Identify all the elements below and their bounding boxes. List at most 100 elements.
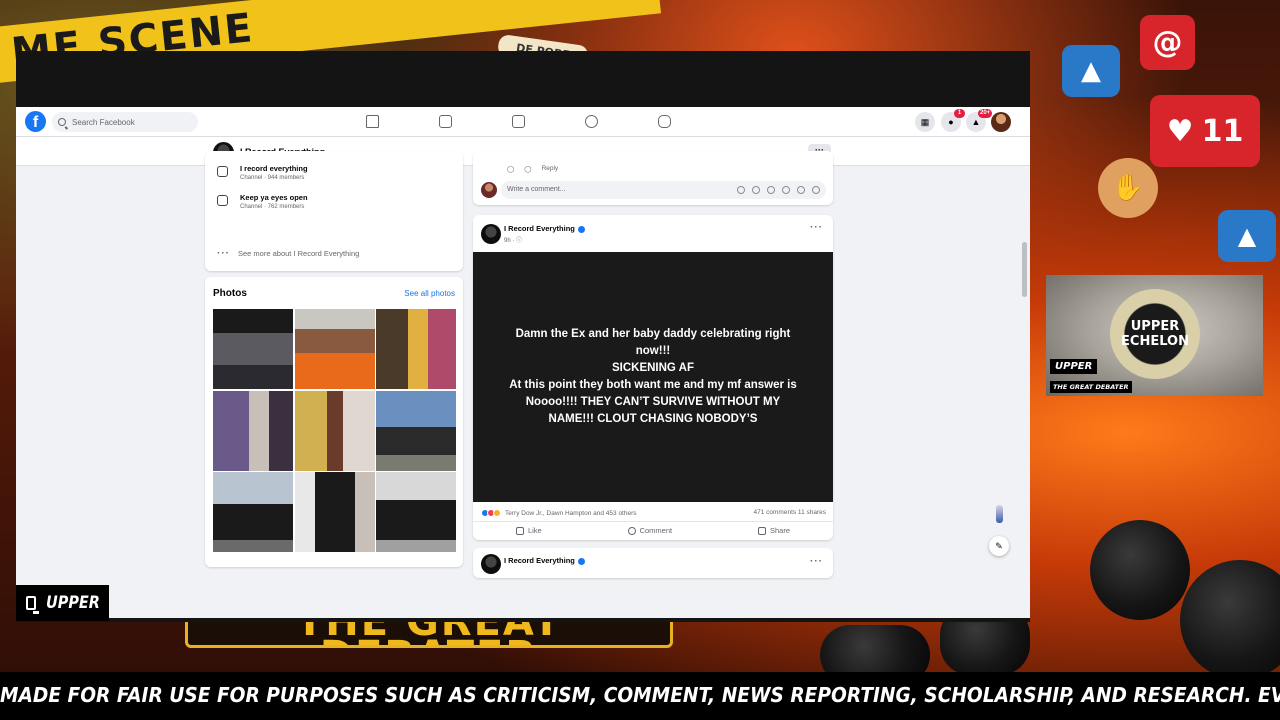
search-placeholder: Search Facebook: [72, 117, 135, 127]
pages-icon[interactable]: [439, 115, 452, 128]
gif-icon[interactable]: [782, 186, 790, 194]
disclaimer-ticker: MADE FOR FAIR USE FOR PURPOSES SUCH AS C…: [0, 672, 1280, 720]
see-more-label: See more about I Record Everything: [238, 249, 360, 258]
messenger-badge: 1: [954, 109, 965, 118]
see-more-link[interactable]: ··· See more about I Record Everything: [217, 248, 359, 259]
channel-logo: UPPER ECHELON: [1110, 289, 1200, 379]
verified-badge-icon: [577, 225, 585, 233]
search-input[interactable]: Search Facebook: [52, 112, 198, 132]
haha-reaction-icon: [493, 509, 501, 517]
post-author-avatar[interactable]: [481, 554, 501, 574]
camera-icon[interactable]: [767, 186, 775, 194]
channel-name: I record everything: [240, 164, 308, 173]
post-text-line: SICKENING AF: [611, 362, 694, 374]
at-sign-bubble-icon: @: [1140, 15, 1195, 70]
avatar-figure-icon: [996, 505, 1003, 523]
dislike-icon[interactable]: ◯: [524, 165, 531, 173]
post-text-image[interactable]: Damn the Ex and her baby daddy celebrati…: [473, 252, 833, 502]
thumbs-up-bubble-icon: ▲: [1062, 45, 1120, 97]
facebook-page: f Search Facebook ▦ ● 1 ▲ 20+ I Record E…: [16, 107, 1030, 618]
avatar-sticker-icon[interactable]: [737, 186, 745, 194]
commenter-avatar: [481, 182, 497, 198]
channel-meta: Channel · 944 members: [240, 175, 305, 181]
microphone-icon: [1180, 560, 1280, 680]
post-action-bar: Like Comment Share: [473, 521, 833, 537]
comment-share-counts[interactable]: 471 comments 11 shares: [754, 509, 827, 516]
page-scrollbar[interactable]: [1022, 242, 1027, 297]
gaming-icon[interactable]: [658, 115, 671, 128]
photo-thumbnail[interactable]: [213, 390, 293, 471]
post-author-avatar[interactable]: [481, 224, 501, 244]
send-icon[interactable]: [812, 186, 820, 194]
see-all-photos-link[interactable]: See all photos: [404, 289, 455, 298]
comment-label: Comment: [639, 526, 673, 535]
webcam-overlay: UPPER ECHELON UPPER THE GREAT DEBATER: [1046, 275, 1263, 396]
reactions-text: Terry Dow Jr., Dawn Hampton and 453 othe…: [505, 509, 637, 517]
profile-avatar[interactable]: [991, 112, 1011, 132]
home-icon[interactable]: [366, 115, 379, 128]
heart-reaction-bubble: ♥ 11: [1150, 95, 1260, 167]
screen-share-frame: f Search Facebook ▦ ● 1 ▲ 20+ I Record E…: [16, 51, 1030, 622]
logo-line: UPPER: [1130, 319, 1180, 334]
reactions-summary[interactable]: Terry Dow Jr., Dawn Hampton and 453 othe…: [481, 509, 637, 517]
photo-thumbnail[interactable]: [213, 472, 293, 552]
photo-thumbnail[interactable]: [376, 472, 456, 552]
notifications-badge: 20+: [978, 109, 993, 118]
logo-line: ECHELON: [1121, 334, 1189, 349]
post-text-line: NAME!!! CLOUT CHASING NOBODY’S: [548, 413, 758, 425]
post-text: Damn the Ex and her baby daddy celebrati…: [509, 326, 797, 428]
like-hand-icon: ✋: [1098, 158, 1158, 218]
screen-label: UPPER: [16, 585, 109, 621]
like-label: Like: [527, 526, 542, 535]
channels-card: I record everything Channel · 944 member…: [205, 151, 463, 271]
monitor-icon: [26, 596, 39, 614]
photo-thumbnail[interactable]: [376, 390, 456, 471]
channel-icon: [217, 195, 228, 206]
photo-grid: [213, 309, 456, 552]
channel-item[interactable]: I record everything Channel · 944 member…: [217, 164, 308, 181]
like-button[interactable]: Like: [515, 526, 542, 535]
emoji-icon[interactable]: [752, 186, 760, 194]
sticker-icon[interactable]: [797, 186, 805, 194]
post-card: I Record Everything 9h · ⓘ ··· Damn the …: [473, 215, 833, 540]
post-author[interactable]: I Record Everything: [504, 556, 585, 565]
reply-link[interactable]: Reply: [542, 165, 559, 173]
reaction-count: 11: [1201, 113, 1244, 149]
like-icon[interactable]: ◯: [507, 165, 514, 173]
cam-name-tag: UPPER: [1050, 359, 1098, 374]
like-icon: [515, 526, 524, 535]
new-message-icon[interactable]: ✎: [989, 536, 1009, 556]
screen-label-text: UPPER: [45, 593, 100, 613]
video-icon[interactable]: [512, 115, 525, 128]
channel-meta: Channel · 762 members: [240, 204, 305, 210]
post-options-icon[interactable]: ···: [810, 222, 823, 233]
photo-thumbnail[interactable]: [376, 309, 456, 389]
photos-title: Photos: [213, 288, 247, 299]
photo-thumbnail[interactable]: [213, 309, 293, 389]
channel-icon: [217, 166, 228, 177]
ticker-text: MADE FOR FAIR USE FOR PURPOSES SUCH AS C…: [0, 683, 1280, 707]
post-timestamp[interactable]: 9h · ⓘ: [504, 235, 522, 244]
share-label: Share: [770, 526, 791, 535]
post-author[interactable]: I Record Everything: [504, 224, 585, 233]
post-options-icon[interactable]: ···: [810, 556, 823, 567]
comment-icon: [627, 526, 636, 535]
channel-item[interactable]: Keep ya eyes open Channel · 762 members: [217, 193, 308, 210]
next-post-card: I Record Everything ···: [473, 548, 833, 578]
photo-thumbnail[interactable]: [294, 309, 375, 389]
cam-subtitle-tag: THE GREAT DEBATER: [1050, 381, 1132, 393]
marketplace-icon[interactable]: [585, 115, 598, 128]
facebook-logo-icon[interactable]: f: [25, 111, 46, 132]
comment-tools: [737, 186, 820, 194]
photo-thumbnail[interactable]: [294, 472, 375, 552]
previous-post-footer: ◯ ◯ Reply Write a comment...: [473, 151, 833, 205]
comment-input[interactable]: Write a comment...: [501, 181, 826, 199]
post-author-name: I Record Everything: [504, 556, 575, 565]
more-dots-icon: ···: [217, 248, 230, 259]
thumbs-up-bubble-icon: ▲: [1218, 210, 1276, 262]
share-button[interactable]: Share: [758, 526, 790, 535]
comment-actions: ◯ ◯ Reply: [507, 165, 558, 173]
comment-button[interactable]: Comment: [627, 526, 673, 535]
photo-thumbnail[interactable]: [294, 390, 375, 471]
menu-grid-icon[interactable]: ▦: [915, 112, 935, 132]
